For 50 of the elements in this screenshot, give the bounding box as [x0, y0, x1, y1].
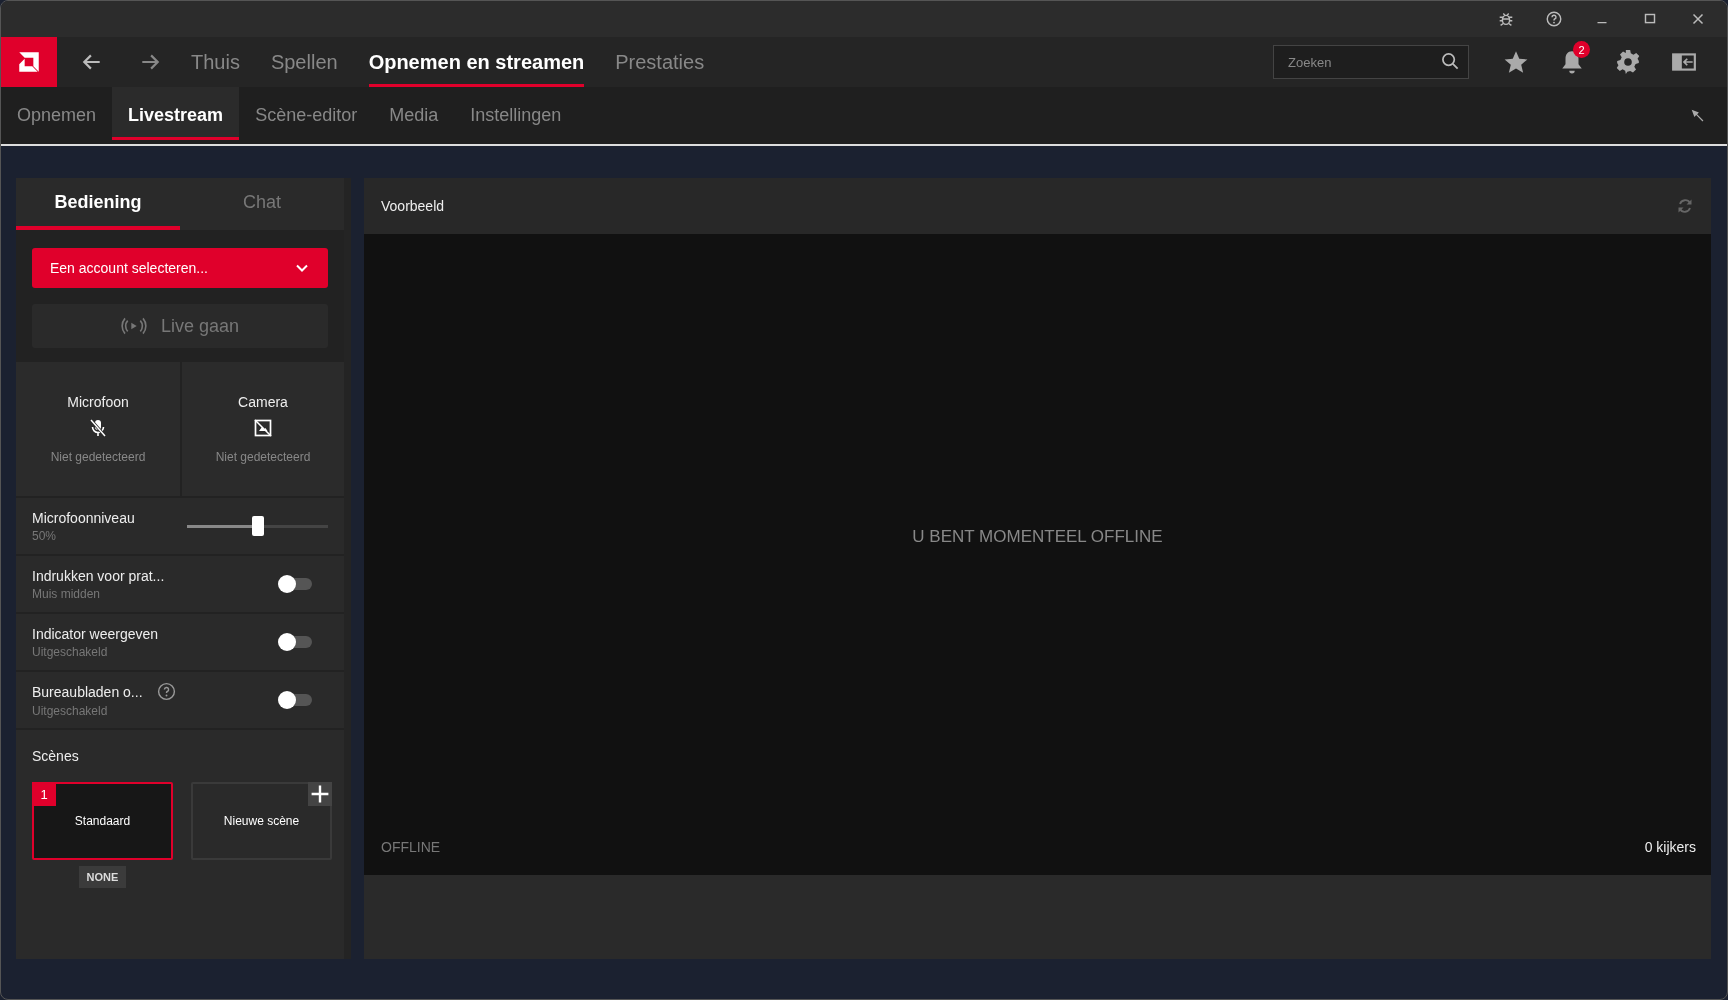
setting-value: Uitgeschakeld: [32, 644, 109, 659]
help-icon[interactable]: [156, 682, 176, 701]
logo-icon: [16, 49, 42, 75]
setting-value: 50%: [32, 528, 58, 543]
scene-card[interactable]: Nieuwe scène: [191, 782, 332, 860]
scene-name: Nieuwe scène: [223, 814, 300, 828]
sub-tab[interactable]: Scène-editor: [239, 87, 374, 144]
search-icon[interactable]: [1441, 52, 1460, 71]
device-name: Camera: [238, 394, 288, 410]
camera-off-icon: [253, 418, 273, 438]
viewer-count: 0 kijkers: [1644, 839, 1696, 855]
settings-icon[interactable]: [1615, 49, 1641, 75]
search-field[interactable]: Zoeken: [1273, 45, 1469, 79]
device-name: Microfoon: [67, 394, 129, 410]
stream-status: OFFLINE: [381, 839, 441, 855]
sub-tab[interactable]: Media: [373, 87, 455, 144]
nav-tab[interactable]: Spellen: [270, 37, 338, 87]
setting-label: Bureaubladen o...: [32, 683, 143, 700]
bug-icon[interactable]: [1497, 10, 1515, 28]
scene-name: Standaard: [74, 814, 131, 828]
level-slider[interactable]: [187, 516, 328, 536]
sub-tab[interactable]: Opnemen: [1, 87, 113, 144]
panel-title: Voorbeeld: [381, 198, 445, 214]
toggle-switch[interactable]: [280, 636, 312, 648]
panel-tab[interactable]: Chat: [180, 178, 344, 230]
nav-tab[interactable]: Thuis: [191, 37, 240, 87]
toggle-switch[interactable]: [280, 578, 312, 590]
help-icon[interactable]: [1545, 10, 1563, 28]
setting-label: Indrukken voor prat...: [32, 567, 165, 584]
section-title: Scènes: [32, 748, 80, 764]
setting-label: Microfoonniveau: [32, 509, 135, 526]
scene-number: 1: [32, 782, 56, 806]
setting-value: Muis midden: [32, 586, 102, 601]
nav-tab[interactable]: Prestaties: [615, 37, 705, 87]
scene-tag: NONE: [78, 866, 127, 888]
app-logo[interactable]: [1, 37, 57, 87]
setting-value: Uitgeschakeld: [32, 704, 109, 718]
setting-label: Indicator weergeven: [32, 625, 159, 642]
plus-icon[interactable]: [308, 782, 332, 806]
broadcast-icon: [120, 317, 147, 335]
muted-microphone-icon: [88, 418, 108, 438]
toggle-switch[interactable]: [280, 694, 312, 706]
notification-badge: 2: [1573, 41, 1590, 58]
sub-tab[interactable]: Instellingen: [454, 87, 578, 144]
offline-message: U BENT MOMENTEEL OFFLINE: [912, 526, 1163, 547]
account-dropdown[interactable]: Een account selecteren...: [32, 248, 328, 288]
device-status: Niet gedetecteerd: [50, 450, 146, 464]
device-status: Niet gedetecteerd: [215, 450, 311, 464]
scene-card[interactable]: Standaard 1: [32, 782, 173, 860]
star-icon[interactable]: [1503, 49, 1529, 75]
